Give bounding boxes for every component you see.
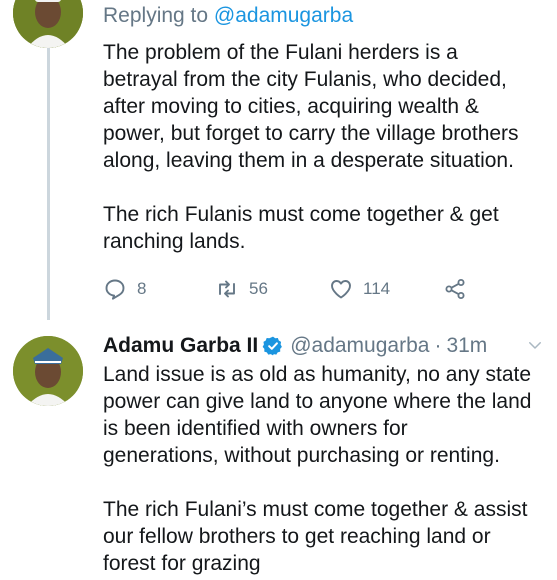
first-tweet-paragraph-2: The rich Fulanis must come together & ge… (103, 203, 499, 253)
second-tweet-text: Land issue is as old as humanity, no any… (103, 361, 548, 577)
share-icon (445, 279, 465, 299)
tweet-header: Adamu Garba II @adamugarba · 31m (103, 332, 548, 360)
second-tweet-paragraph-1: Land issue is as old as humanity, no any… (103, 363, 532, 467)
header-separator: · (434, 334, 442, 357)
like-count: 114 (363, 279, 391, 298)
tweet-actions-bar: 8 56 114 (103, 277, 523, 305)
author-handle[interactable]: @adamugarba (290, 334, 429, 358)
tweet-timestamp[interactable]: 31m (446, 334, 487, 358)
verified-badge-icon (262, 336, 283, 356)
reply-icon (105, 279, 125, 300)
avatar-image (13, 336, 83, 406)
share-button[interactable] (443, 277, 467, 301)
first-tweet-text: The problem of the Fulani herders is a b… (103, 39, 548, 255)
replying-to-label: Replying to @adamugarba (103, 4, 353, 28)
first-tweet-paragraph-1: The problem of the Fulani herders is a b… (103, 41, 519, 172)
retweet-button[interactable]: 56 (215, 277, 268, 301)
reply-count: 8 (137, 279, 147, 298)
replying-to-prefix: Replying to (103, 4, 214, 27)
author-name[interactable]: Adamu Garba II (103, 334, 258, 358)
reply-handle-link[interactable]: @adamugarba (214, 4, 353, 27)
avatar-image (13, 0, 83, 48)
retweet-count: 56 (249, 279, 268, 298)
second-tweet-paragraph-2: The rich Fulani’s must come together & a… (103, 498, 528, 575)
avatar[interactable] (13, 0, 83, 48)
heart-icon (331, 280, 351, 299)
like-button[interactable]: 114 (329, 277, 390, 301)
thread-connector-line (47, 48, 50, 320)
retweet-icon (219, 280, 235, 298)
reply-button[interactable]: 8 (103, 277, 146, 301)
chevron-down-icon[interactable] (526, 336, 544, 354)
avatar[interactable] (13, 336, 83, 406)
